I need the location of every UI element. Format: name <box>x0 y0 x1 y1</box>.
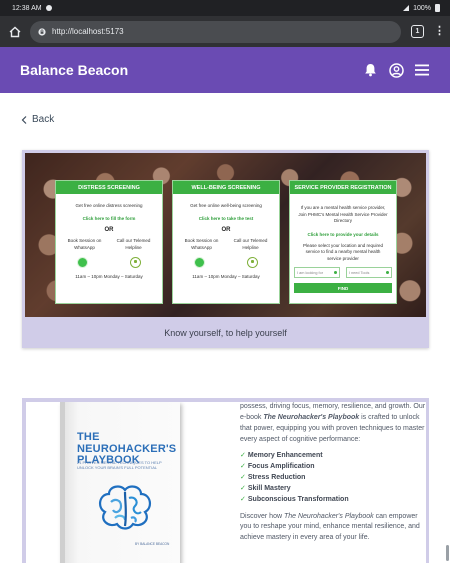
ebook-intro: possess, driving focus, memory, resilien… <box>240 402 426 445</box>
distress-form-link[interactable]: Click here to fill the form <box>56 216 162 221</box>
screening-banner-card: DISTRESS SCREENING Get free online distr… <box>22 150 429 348</box>
scrollbar-thumb[interactable] <box>446 545 449 561</box>
status-time: 12:38 AM <box>12 4 42 12</box>
ebook-card: THE NEUROHACKER'S PLAYBOOK 21 PROVEN MEN… <box>22 398 429 563</box>
url-bar[interactable]: http://localhost:5173 <box>30 20 401 43</box>
or-divider: OR <box>221 227 231 234</box>
whatsapp-session-label: Book Session on WhatsApp <box>67 238 102 250</box>
find-button[interactable]: FIND <box>294 283 392 294</box>
user-circle-icon[interactable] <box>388 62 404 78</box>
provider-registration-description: If you are a mental health service provi… <box>298 205 388 224</box>
service-hours: 11am – 10pm Monday – Saturday <box>75 273 143 279</box>
location-select-text: I am looking for <box>297 270 323 275</box>
battery-icon <box>435 4 440 12</box>
telemed-helpline-label: Call our Telemed Helpline <box>233 238 268 250</box>
list-item: ✓ Memory Enhancement <box>240 452 323 460</box>
back-link-label: Back <box>32 114 55 125</box>
app-header: Balance Beacon <box>0 47 450 93</box>
phone-icon[interactable] <box>130 256 141 268</box>
browser-menu-icon[interactable]: ⋮ <box>434 26 445 37</box>
ebook-cover-subtitle: 21 PROVEN MENTAL TECHNIQUES TO HELP UNLO… <box>77 460 162 471</box>
list-item: ✓ Subconscious Transformation <box>240 495 349 503</box>
tab-switcher-button[interactable]: 1 <box>411 25 424 38</box>
ebook-outro-text: Discover how <box>240 512 284 520</box>
list-item: ✓ Stress Reduction <box>240 474 306 482</box>
service-select[interactable]: I need Tools <box>345 267 392 279</box>
brain-icon <box>99 485 151 530</box>
whatsapp-icon[interactable] <box>194 256 205 268</box>
service-select-text: I need Tools <box>348 270 370 275</box>
provider-select-instructions: Please select your location and required… <box>302 242 384 261</box>
home-icon[interactable] <box>8 25 22 39</box>
ebook-title-ref: The Neurohacker's Playbook <box>283 512 374 520</box>
wellbeing-screening-title: WELL-BEING SCREENING <box>173 181 279 194</box>
or-divider: OR <box>104 227 114 234</box>
ebook-description: possess, driving focus, memory, resilien… <box>240 402 426 550</box>
distress-screening-description: Get free online distress screening <box>75 203 143 208</box>
phone-icon[interactable] <box>247 256 258 268</box>
back-link[interactable]: Back <box>21 114 54 125</box>
ebook-cover[interactable]: THE NEUROHACKER'S PLAYBOOK 21 PROVEN MEN… <box>60 402 180 563</box>
dropdown-icon <box>334 271 338 275</box>
status-bar: 12:38 AM 100% <box>0 0 450 16</box>
provider-registration-title: SERVICE PROVIDER REGISTRATION <box>290 181 396 194</box>
service-hours: 11am – 10pm Monday – Saturday <box>192 273 260 279</box>
ebook-feature-list: ✓ Memory Enhancement ✓ Focus Amplification… <box>240 451 426 505</box>
provider-registration-box: SERVICE PROVIDER REGISTRATION If you are… <box>289 180 397 304</box>
browser-bar: http://localhost:5173 1 ⋮ <box>0 16 450 47</box>
telemed-helpline-label: Call our Telemed Helpline <box>116 238 151 250</box>
bell-icon[interactable] <box>362 62 378 78</box>
ebook-outro: Discover how The Neurohacker's Playbook … <box>240 512 426 545</box>
battery-text: 100% <box>413 4 431 12</box>
list-item: ✓ Skill Mastery <box>240 484 291 492</box>
chevron-left-icon <box>21 115 27 124</box>
page: 12:38 AM 100% http://localhost:5173 1 ⋮ … <box>0 0 450 563</box>
whatsapp-icon[interactable] <box>77 256 88 268</box>
brand-title[interactable]: Balance Beacon <box>20 62 128 78</box>
list-item: ✓ Focus Amplification <box>240 463 315 471</box>
location-select[interactable]: I am looking for <box>294 267 341 279</box>
signal-icon <box>403 5 410 11</box>
provider-details-link[interactable]: Click here to provide your details <box>290 232 396 237</box>
distress-screening-title: DISTRESS SCREENING <box>56 181 162 194</box>
wellbeing-screening-box: WELL-BEING SCREENING Get free online wel… <box>172 180 280 304</box>
banner-caption: Know yourself, to help yourself <box>164 327 287 338</box>
menu-icon[interactable] <box>414 62 430 78</box>
dropdown-icon <box>386 271 389 275</box>
lock-icon <box>38 27 46 36</box>
whatsapp-session-label: Book Session on WhatsApp <box>184 238 219 250</box>
ebook-title-ref: The Neurohacker's Playbook <box>263 413 360 421</box>
distress-screening-box: DISTRESS SCREENING Get free online distr… <box>55 180 163 304</box>
wellbeing-test-link[interactable]: Click here to take the test <box>173 216 279 221</box>
notification-icon <box>45 5 52 11</box>
url-text: http://localhost:5173 <box>52 27 124 36</box>
wellbeing-screening-description: Get free online well-being screening <box>190 203 262 208</box>
ebook-cover-author: BY BALANCE BEACON <box>135 542 170 546</box>
